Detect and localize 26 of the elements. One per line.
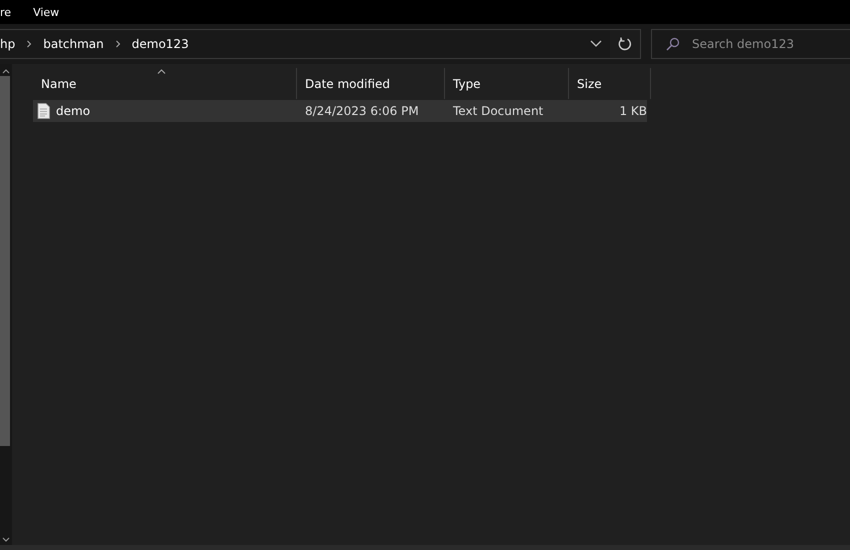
column-header[interactable]: Size <box>569 68 651 99</box>
search-box[interactable]: Search demo123 <box>651 29 850 59</box>
menu-item[interactable]: View <box>33 6 60 18</box>
breadcrumb-item[interactable]: hp <box>0 37 16 51</box>
chevron-down-icon <box>590 40 602 48</box>
column-header[interactable]: Date modified <box>297 68 445 99</box>
chevron-right-icon <box>25 40 34 48</box>
column-header[interactable]: Name <box>33 68 297 99</box>
menu-item[interactable]: re <box>0 6 12 18</box>
search-field[interactable]: Search demo123 <box>692 37 842 51</box>
size-cell-text: 1 KB <box>618 103 648 120</box>
breadcrumb-item[interactable]: demo123 <box>132 37 189 51</box>
chevron-right-icon <box>114 40 122 48</box>
breadcrumb-item[interactable]: batchman <box>43 37 104 51</box>
column-header[interactable]: Type <box>445 68 569 99</box>
file-name: demo <box>56 104 90 118</box>
file-row[interactable]: demo 8/24/2023 6:06 PM Text Document 1 KB <box>33 100 647 122</box>
type-cell-text: Text Document <box>452 103 544 120</box>
sort-ascending-icon <box>156 69 166 74</box>
scroll-down-icon[interactable] <box>2 537 10 543</box>
date-cell-text: 8/24/2023 6:06 PM <box>304 103 420 120</box>
text-file-icon <box>37 103 50 119</box>
scroll-up-icon[interactable] <box>2 68 10 74</box>
refresh-icon <box>618 37 632 51</box>
search-icon <box>666 37 680 51</box>
scrollbar-thumb[interactable] <box>0 76 10 446</box>
